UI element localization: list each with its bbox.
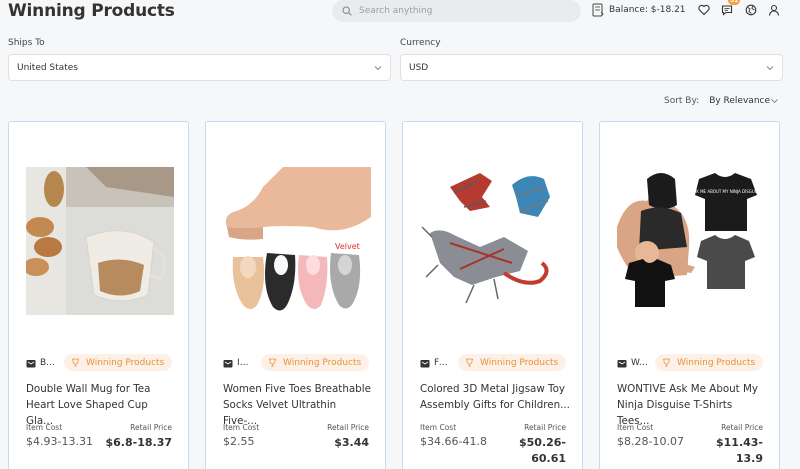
user-icon (768, 4, 780, 16)
trophy-icon (269, 358, 276, 367)
chevron-down-icon (374, 66, 382, 71)
retail-price-value: $3.44 (334, 436, 369, 449)
product-name[interactable]: WONTIVE Ask Me About My Ninja Disguise T… (617, 381, 767, 429)
item-cost-value: $4.93-13.31 (26, 435, 93, 448)
store-name[interactable]: W... (631, 358, 647, 368)
product-image[interactable] (420, 167, 568, 315)
winning-badge-label: Winning Products (677, 357, 756, 368)
ships-to-label: Ships To (8, 38, 45, 48)
currency-select[interactable]: USD (400, 54, 783, 81)
item-cost-label: Item Cost (420, 423, 457, 432)
item-cost-label: Item Cost (26, 423, 63, 432)
wallet-icon (592, 3, 604, 17)
sort-label: Sort By: (664, 96, 700, 106)
product-name[interactable]: Double Wall Mug for Tea Heart Love Shape… (26, 381, 176, 429)
product-card[interactable]: ASK ME ABOUT MY NINJA DISGUISE W... Winn… (599, 121, 780, 469)
winning-badge: Winning Products (261, 354, 370, 371)
store-name[interactable]: B... (40, 358, 56, 368)
retail-price-label: Retail Price (524, 423, 566, 432)
chevron-down-icon (766, 66, 774, 71)
item-cost-value: $8.28-10.07 (617, 435, 684, 448)
chat-icon (721, 5, 733, 16)
product-meta: Fe... Winning Products (420, 354, 567, 371)
product-card[interactable]: Velvet IL... Winning Products Women Five… (205, 121, 386, 469)
retail-price-value: $50.26-60.61 (518, 436, 566, 465)
winning-badge-label: Winning Products (480, 357, 559, 368)
store-name[interactable]: Fe... (434, 358, 450, 368)
trophy-icon (72, 358, 79, 367)
item-cost-label: Item Cost (617, 423, 654, 432)
tshirt-print-top: ASK ME ABOUT MY NINJA DISGUISE (691, 189, 762, 194)
sort-by[interactable]: Sort By: By Relevance (664, 96, 778, 106)
language-button[interactable] (744, 3, 758, 17)
heart-icon (698, 4, 710, 16)
ships-to-select[interactable]: United States (8, 54, 391, 81)
product-image[interactable]: Velvet (223, 167, 371, 315)
winning-badge: Winning Products (458, 354, 567, 371)
retail-price-label: Retail Price (130, 423, 172, 432)
retail-price-label: Retail Price (721, 423, 763, 432)
product-meta: B... Winning Products (26, 354, 173, 371)
item-cost-label: Item Cost (223, 423, 260, 432)
socks-photo: Velvet (223, 167, 371, 315)
trophy-icon (663, 358, 670, 367)
winning-badge-label: Winning Products (86, 357, 165, 368)
jigsaw-photo (420, 167, 568, 315)
favorites-button[interactable] (697, 3, 711, 17)
product-image[interactable]: ASK ME ABOUT MY NINJA DISGUISE (617, 167, 765, 315)
currency-label: Currency (400, 38, 441, 48)
sort-value: By Relevance (709, 96, 771, 106)
product-name[interactable]: Colored 3D Metal Jigsaw Toy Assembly Gif… (420, 381, 570, 413)
page-title: Winning Products (8, 1, 175, 21)
store-icon (223, 359, 233, 367)
product-meta: W... Winning Products (617, 354, 764, 371)
store-icon (617, 359, 627, 367)
ships-to-value: United States (17, 62, 78, 73)
retail-price-value: $6.8-18.37 (105, 436, 173, 449)
store-icon (26, 359, 36, 367)
search-icon (342, 6, 352, 16)
currency-value: USD (409, 62, 429, 73)
store-name[interactable]: IL... (237, 358, 253, 368)
chevron-down-icon (771, 99, 778, 104)
product-meta: IL... Winning Products (223, 354, 370, 371)
search-bar[interactable] (332, 0, 581, 22)
messages-badge: 31 (728, 0, 741, 5)
winning-badge-label: Winning Products (283, 357, 362, 368)
retail-price-value: $11.43-13.9 (715, 436, 763, 465)
globe-icon (745, 4, 757, 16)
product-image[interactable] (26, 167, 174, 315)
messages-button[interactable]: 31 (720, 0, 741, 17)
retail-price-label: Retail Price (327, 423, 369, 432)
account-button[interactable] (767, 3, 781, 17)
tshirt-photo: ASK ME ABOUT MY NINJA DISGUISE (617, 167, 765, 315)
item-cost-value: $34.66-41.8 (420, 435, 487, 448)
product-card[interactable]: B... Winning Products Double Wall Mug fo… (8, 121, 189, 469)
product-card[interactable]: Fe... Winning Products Colored 3D Metal … (402, 121, 583, 469)
top-bar: Winning Products Balance: $-18.21 31 (0, 0, 800, 26)
balance-display[interactable]: Balance: $-18.21 (592, 3, 686, 17)
velvet-label: Velvet (335, 242, 360, 251)
mug-photo (26, 167, 174, 315)
product-name[interactable]: Women Five Toes Breathable Socks Velvet … (223, 381, 373, 429)
trophy-icon (466, 358, 473, 367)
store-icon (420, 359, 430, 367)
balance-text: Balance: $-18.21 (609, 5, 686, 15)
item-cost-value: $2.55 (223, 435, 255, 448)
winning-badge: Winning Products (655, 354, 764, 371)
search-input[interactable] (359, 6, 569, 16)
winning-badge: Winning Products (64, 354, 173, 371)
